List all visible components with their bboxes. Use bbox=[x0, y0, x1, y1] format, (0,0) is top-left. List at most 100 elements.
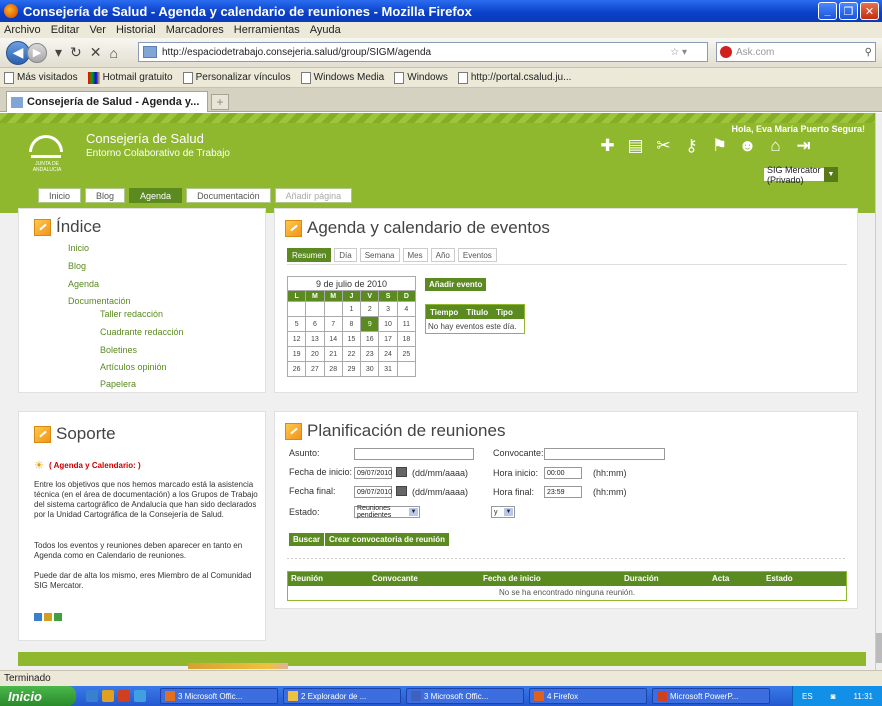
key-icon[interactable]: ⚷ bbox=[682, 136, 701, 156]
calendar-day[interactable]: 10 bbox=[378, 316, 398, 332]
tab-blog[interactable]: Blog bbox=[85, 188, 126, 203]
fecha-final-input[interactable]: 09/07/2010 bbox=[354, 486, 392, 498]
close-button[interactable]: ✕ bbox=[860, 2, 879, 20]
bookmark-hotmail[interactable]: Hotmail gratuito bbox=[87, 71, 173, 84]
task-explorer[interactable]: 2 Explorador de ... bbox=[283, 688, 401, 704]
bookmark-mas-visitados[interactable]: Más visitados bbox=[4, 71, 78, 84]
calendar-day[interactable]: 22 bbox=[341, 346, 362, 362]
menu-marcadores[interactable]: Marcadores bbox=[166, 24, 224, 36]
calendar-day[interactable]: 16 bbox=[360, 331, 380, 347]
tab-semana[interactable]: Semana bbox=[359, 248, 400, 262]
calendar-day[interactable]: 5 bbox=[286, 316, 307, 332]
calendar-day[interactable]: 6 bbox=[305, 316, 325, 332]
hora-final-input[interactable]: 23:59 bbox=[544, 486, 582, 498]
calendar-day[interactable]: 1 bbox=[341, 301, 362, 317]
add-icon[interactable]: ✚ bbox=[598, 136, 617, 156]
menu-herramientas[interactable]: Herramientas bbox=[234, 24, 300, 36]
convocante-input[interactable] bbox=[544, 448, 665, 460]
calendar-day[interactable]: 18 bbox=[396, 331, 417, 347]
edit-icon[interactable] bbox=[44, 613, 52, 621]
menu-historial[interactable]: Historial bbox=[116, 24, 156, 36]
start-button[interactable]: Inicio bbox=[0, 686, 76, 706]
share-icon[interactable] bbox=[34, 613, 42, 621]
forward-button[interactable]: ▶ bbox=[27, 42, 47, 63]
calendar-day[interactable]: 31 bbox=[378, 361, 398, 377]
buscar-button[interactable]: Buscar bbox=[289, 533, 325, 546]
menu-editar[interactable]: Editar bbox=[51, 24, 80, 36]
tab-inicio[interactable]: Inicio bbox=[38, 188, 82, 203]
network-icon[interactable]: ◙ bbox=[831, 692, 836, 701]
tools-icon[interactable]: ✂ bbox=[654, 136, 673, 156]
fecha-inicio-input[interactable]: 09/07/2010 bbox=[354, 467, 392, 479]
explorer-icon[interactable] bbox=[102, 690, 114, 702]
settings-icon[interactable] bbox=[54, 613, 62, 621]
calendar-day[interactable]: 21 bbox=[323, 346, 343, 362]
task-office-1[interactable]: 3 Microsoft Offic... bbox=[160, 688, 278, 704]
ie-icon[interactable] bbox=[134, 690, 146, 702]
calendar-day[interactable]: 28 bbox=[323, 361, 343, 377]
add-event-button[interactable]: Añadir evento bbox=[425, 278, 487, 291]
indice-item-inicio[interactable]: Inicio bbox=[68, 243, 89, 253]
operator-select[interactable]: y ▼ bbox=[491, 506, 515, 518]
calendar-icon[interactable] bbox=[396, 467, 407, 477]
tab-mes[interactable]: Mes bbox=[402, 248, 428, 262]
indice-item-agenda[interactable]: Agenda bbox=[68, 279, 99, 289]
search-icon[interactable]: ⚲ bbox=[865, 47, 872, 58]
flag-icon[interactable]: ⚑ bbox=[710, 136, 729, 156]
tab-documentacion[interactable]: Documentación bbox=[186, 188, 271, 203]
menu-ver[interactable]: Ver bbox=[89, 24, 106, 36]
calendar-day[interactable]: 9 bbox=[360, 316, 380, 332]
browser-tab[interactable]: Consejería de Salud - Agenda y... bbox=[6, 91, 208, 112]
stop-icon[interactable]: ✕ bbox=[90, 44, 102, 61]
menu-ayuda[interactable]: Ayuda bbox=[310, 24, 341, 36]
calendar-day[interactable]: 12 bbox=[286, 331, 307, 347]
vertical-scrollbar[interactable] bbox=[875, 113, 882, 670]
bookmark-personalizar[interactable]: Personalizar vínculos bbox=[182, 71, 291, 84]
chevron-down-icon[interactable]: ▼ bbox=[504, 508, 513, 516]
task-office-2[interactable]: 3 Microsoft Offic... bbox=[406, 688, 524, 704]
task-firefox[interactable]: 4 Firefox bbox=[529, 688, 647, 704]
calendar-icon[interactable] bbox=[396, 486, 407, 496]
desktop-icon[interactable] bbox=[86, 690, 98, 702]
maximize-button[interactable]: ❐ bbox=[839, 2, 858, 20]
calendar-day[interactable]: 13 bbox=[305, 331, 325, 347]
indice-subitem-cuadrante[interactable]: Cuadrante redacción bbox=[100, 327, 184, 337]
chevron-down-icon[interactable]: ▼ bbox=[824, 167, 838, 182]
asunto-input[interactable] bbox=[354, 448, 474, 460]
dropdown-icon[interactable]: ▾ bbox=[55, 44, 62, 61]
calendar-day[interactable]: 25 bbox=[396, 346, 417, 362]
tab-eventos[interactable]: Eventos bbox=[457, 248, 497, 262]
calendar-day[interactable]: 7 bbox=[323, 316, 343, 332]
indice-subitem-boletines[interactable]: Boletines bbox=[100, 345, 137, 355]
firefox-icon[interactable] bbox=[118, 690, 130, 702]
search-input[interactable]: Ask.com ⚲ bbox=[716, 42, 876, 62]
logout-icon[interactable]: ⇥ bbox=[794, 136, 813, 156]
indice-subitem-papelera[interactable]: Papelera bbox=[100, 379, 136, 389]
crear-convocatoria-button[interactable]: Crear convocatoria de reunión bbox=[325, 533, 450, 546]
tab-agenda[interactable]: Agenda bbox=[129, 188, 183, 203]
hora-inicio-input[interactable]: 00:00 bbox=[544, 467, 582, 479]
language-indicator[interactable]: ES bbox=[802, 692, 813, 701]
calendar-day[interactable]: 2 bbox=[360, 301, 380, 317]
calendar-day[interactable]: 27 bbox=[305, 361, 325, 377]
bookmark-windows-media[interactable]: Windows Media bbox=[300, 71, 384, 84]
calendar-day[interactable]: 17 bbox=[378, 331, 398, 347]
junta-logo[interactable]: JUNTA DE ANDALUCIA bbox=[25, 133, 67, 173]
users-icon[interactable]: ☻ bbox=[738, 136, 757, 156]
calendar-day[interactable]: 19 bbox=[286, 346, 307, 362]
reload-icon[interactable]: ↻ bbox=[70, 44, 82, 61]
bookmark-star-icon[interactable]: ☆ ▾ bbox=[670, 47, 687, 58]
group-select[interactable]: SIG Mercator (Privado) ▼ bbox=[763, 165, 838, 185]
indice-item-documentacion[interactable]: Documentación bbox=[68, 296, 131, 306]
tab-resumen[interactable]: Resumen bbox=[287, 248, 332, 262]
indice-subitem-articulos[interactable]: Artículos opinión bbox=[100, 362, 167, 372]
calendar-day[interactable]: 14 bbox=[323, 331, 343, 347]
indice-item-blog[interactable]: Blog bbox=[68, 261, 86, 271]
tab-dia[interactable]: Día bbox=[334, 248, 357, 262]
new-tab-button[interactable]: + bbox=[211, 94, 229, 110]
calendar-day[interactable]: 20 bbox=[305, 346, 325, 362]
url-bar[interactable]: http://espaciodetrabajo.consejeria.salud… bbox=[138, 42, 708, 62]
calendar-day[interactable]: 15 bbox=[341, 331, 362, 347]
bookmark-windows[interactable]: Windows bbox=[394, 71, 448, 84]
calendar-day[interactable]: 11 bbox=[396, 316, 417, 332]
